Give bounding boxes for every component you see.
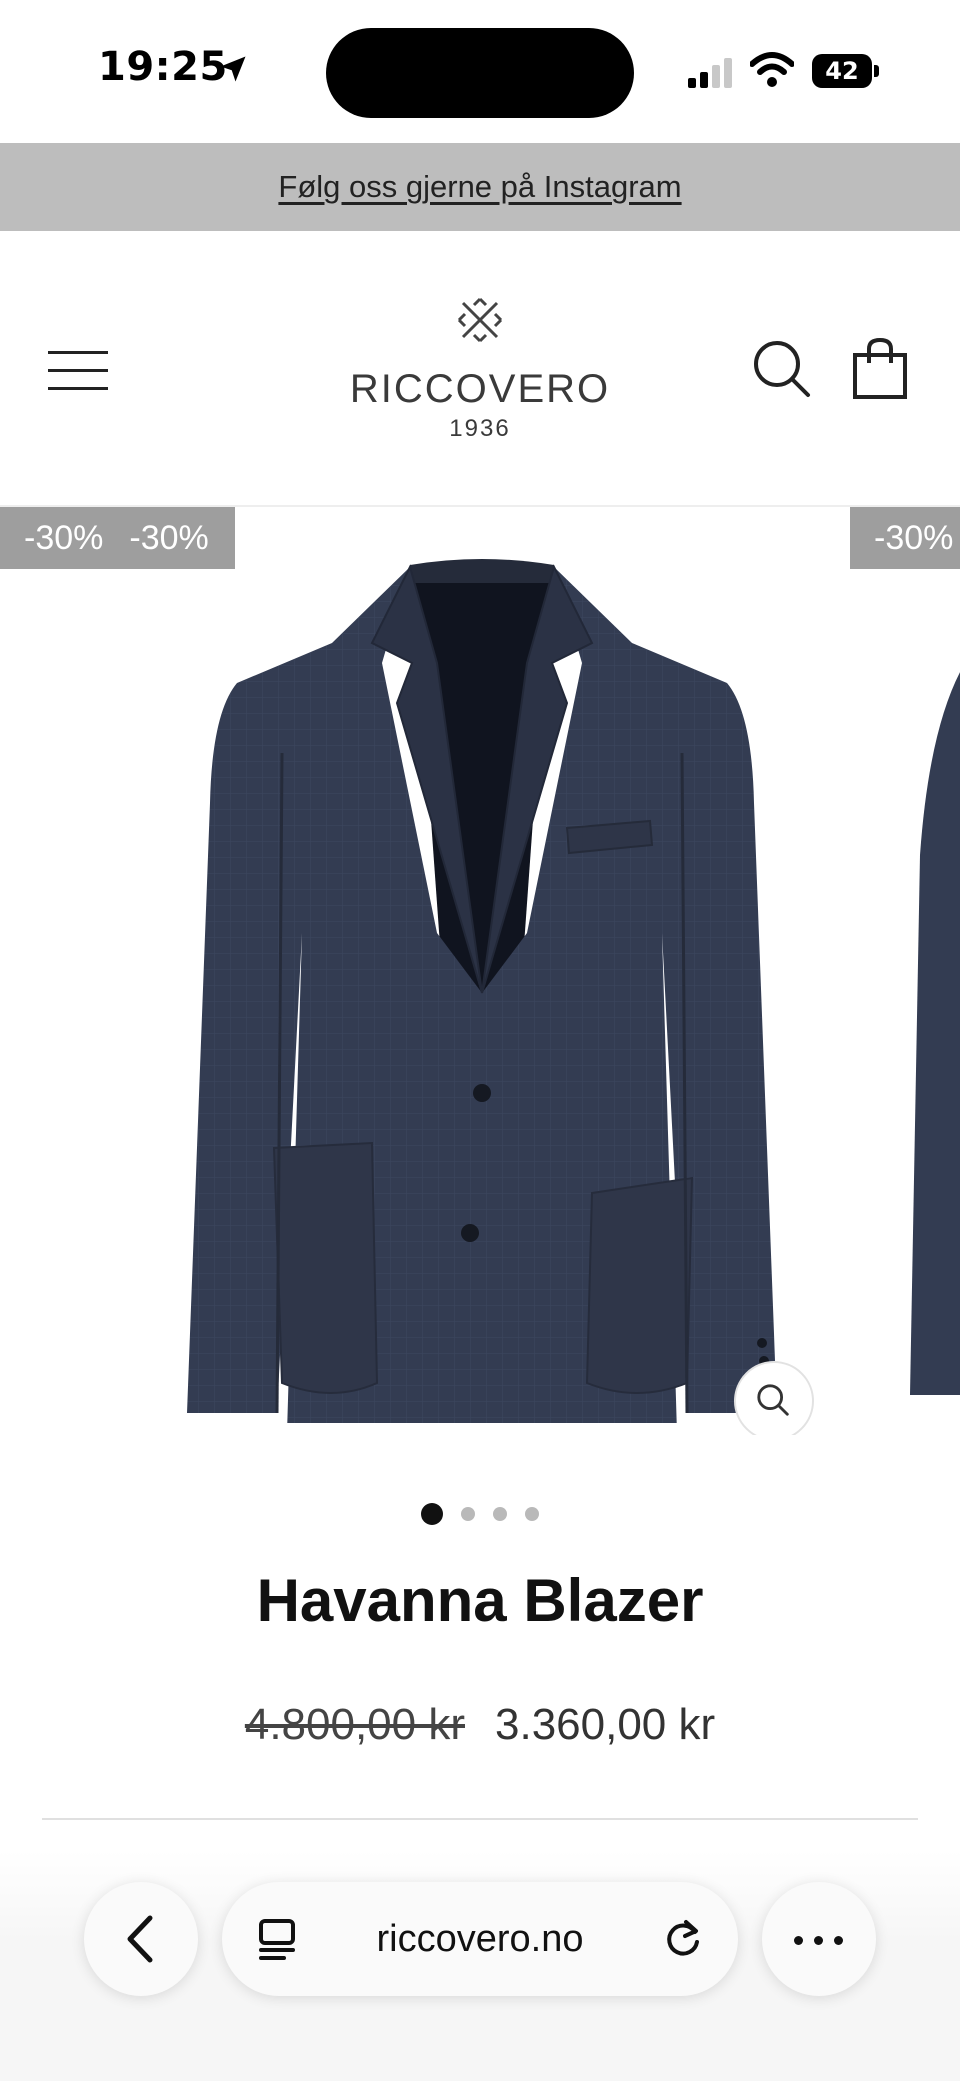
product-title: Havanna Blazer bbox=[256, 1567, 704, 1634]
reload-icon[interactable] bbox=[662, 1918, 704, 1960]
announcement-bar: Følg oss gjerne på Instagram bbox=[0, 143, 960, 231]
product-image[interactable] bbox=[182, 553, 782, 1423]
next-slide-badge: -30% bbox=[850, 507, 960, 569]
sale-price: 3.360,00 kr bbox=[495, 1700, 716, 1749]
product-prices: 4.800,00 kr 3.360,00 kr bbox=[0, 1700, 960, 1750]
carousel-dot[interactable] bbox=[421, 1503, 443, 1525]
battery-level: 42 bbox=[825, 57, 859, 85]
discount-badge: -30% bbox=[24, 518, 104, 557]
browser-toolbar: riccovero.no bbox=[0, 1850, 960, 2081]
carousel-dot[interactable] bbox=[493, 1507, 507, 1521]
zoom-icon bbox=[757, 1384, 789, 1416]
status-bar: 19:25 42 bbox=[0, 0, 960, 143]
wifi-icon bbox=[750, 52, 794, 87]
brand-name[interactable]: RICCOVERO bbox=[0, 367, 960, 412]
battery-icon: 42 bbox=[812, 54, 879, 88]
shopping-bag-icon[interactable] bbox=[852, 337, 908, 399]
discount-badge: -30% bbox=[129, 518, 209, 557]
back-chevron-icon bbox=[127, 1915, 153, 1963]
divider bbox=[42, 1818, 918, 1820]
dynamic-island bbox=[326, 28, 634, 118]
logo-mark-icon bbox=[457, 297, 503, 343]
next-slide-image bbox=[910, 672, 960, 1395]
url-text: riccovero.no bbox=[376, 1918, 584, 1960]
carousel-dots bbox=[0, 1502, 960, 1526]
back-button[interactable] bbox=[84, 1882, 198, 1996]
address-bar[interactable]: riccovero.no bbox=[222, 1882, 738, 1996]
search-icon[interactable] bbox=[752, 339, 812, 399]
zoom-button[interactable] bbox=[734, 1361, 814, 1435]
clock: 19:25 bbox=[98, 44, 228, 90]
site-header: RICCOVERO 1936 bbox=[0, 231, 960, 507]
carousel-dot[interactable] bbox=[461, 1507, 475, 1521]
brand-year: 1936 bbox=[449, 415, 511, 442]
old-price: 4.800,00 kr bbox=[244, 1700, 465, 1749]
signal-icon bbox=[688, 58, 732, 88]
more-button[interactable] bbox=[762, 1882, 876, 1996]
location-arrow-icon bbox=[220, 56, 246, 82]
carousel-dot[interactable] bbox=[525, 1507, 539, 1521]
product-gallery[interactable]: -30% -30% -30% bbox=[0, 505, 960, 1435]
instagram-link[interactable]: Følg oss gjerne på Instagram bbox=[278, 169, 681, 204]
